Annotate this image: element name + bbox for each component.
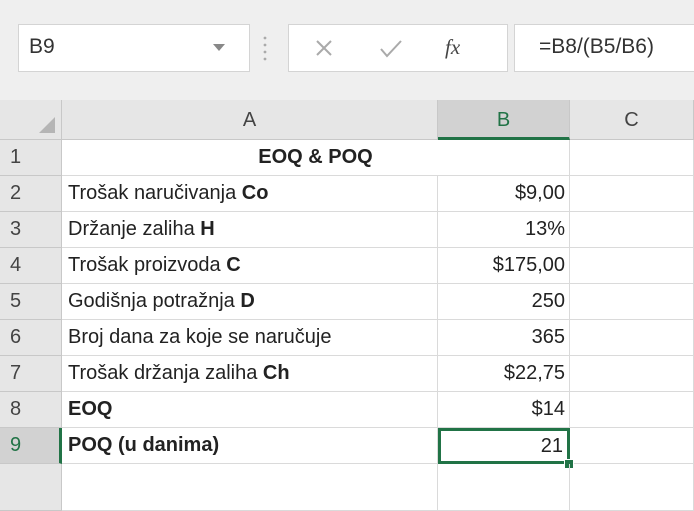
row-header-1[interactable]: 1	[0, 140, 62, 176]
cell-a8[interactable]: EOQ	[62, 392, 438, 428]
dropdown-arrow-icon[interactable]	[209, 36, 229, 58]
label-text: Godišnja potražnja	[68, 290, 241, 312]
label-symbol: POQ (u danima)	[68, 434, 220, 456]
label-text: Trošak držanja zaliha	[68, 362, 263, 384]
name-box[interactable]: B9	[18, 24, 250, 72]
cell-a9[interactable]: POQ (u danima)	[62, 428, 438, 464]
insert-function-icon[interactable]: fx	[445, 35, 460, 60]
active-cell-b9[interactable]: 21	[438, 428, 570, 464]
label-text: Broj dana za koje se naručuje	[68, 326, 332, 348]
label-symbol: D	[240, 290, 255, 312]
cell-c6[interactable]	[570, 320, 694, 356]
cell-a10[interactable]	[62, 464, 438, 511]
row-header-8[interactable]: 8	[0, 392, 62, 428]
column-header-c[interactable]: C	[570, 100, 694, 140]
cell-a6[interactable]: Broj dana za koje se naručuje	[62, 320, 438, 356]
vertical-dots-separator	[263, 36, 267, 61]
cell-a3[interactable]: Držanje zaliha H	[62, 212, 438, 248]
cell-c3[interactable]	[570, 212, 694, 248]
label-symbol: Co	[241, 182, 269, 204]
cell-a2[interactable]: Trošak naručivanja Co	[62, 176, 438, 212]
label-text: Držanje zaliha	[68, 218, 201, 240]
cell-c4[interactable]	[570, 248, 694, 284]
cell-c5[interactable]	[570, 284, 694, 320]
row-header-3[interactable]: 3	[0, 212, 62, 248]
cell-b3[interactable]: 13%	[438, 212, 570, 248]
cell-c10[interactable]	[570, 464, 694, 511]
cell-b5[interactable]: 250	[438, 284, 570, 320]
enter-check-icon[interactable]	[371, 33, 411, 65]
formula-input[interactable]: =B8/(B5/B6)	[514, 24, 694, 72]
cell-c8[interactable]	[570, 392, 694, 428]
label-text: Trošak proizvoda	[68, 254, 227, 276]
select-all-triangle-icon	[39, 117, 55, 133]
cell-b4[interactable]: $175,00	[438, 248, 570, 284]
label-symbol: Ch	[262, 362, 290, 384]
cell-b8[interactable]: $14	[438, 392, 570, 428]
formula-bar-area: B9 fx =B8/(B5/B6)	[0, 0, 694, 100]
row-header-10[interactable]	[0, 464, 62, 511]
formula-text: =B8/(B5/B6)	[539, 35, 654, 58]
column-header-b[interactable]: B	[438, 100, 570, 140]
formula-buttons: fx	[288, 24, 508, 72]
title-cell[interactable]: EOQ & POQ	[62, 140, 570, 176]
row-header-5[interactable]: 5	[0, 284, 62, 320]
cell-a7[interactable]: Trošak držanja zaliha Ch	[62, 356, 438, 392]
cell-c1[interactable]	[570, 140, 694, 176]
cell-b7[interactable]: $22,75	[438, 356, 570, 392]
row-header-2[interactable]: 2	[0, 176, 62, 212]
select-all-button[interactable]	[0, 100, 62, 140]
row-header-7[interactable]: 7	[0, 356, 62, 392]
column-header-a[interactable]: A	[62, 100, 438, 140]
label-symbol: EOQ	[68, 398, 113, 420]
name-box-value: B9	[29, 35, 55, 58]
row-header-4[interactable]: 4	[0, 248, 62, 284]
cell-b2[interactable]: $9,00	[438, 176, 570, 212]
label-symbol: H	[200, 218, 215, 240]
row-header-6[interactable]: 6	[0, 320, 62, 356]
cell-a5[interactable]: Godišnja potražnja D	[62, 284, 438, 320]
cell-b6[interactable]: 365	[438, 320, 570, 356]
row-header-9[interactable]: 9	[0, 428, 62, 464]
cell-b10[interactable]	[438, 464, 570, 511]
label-text: Trošak naručivanja	[68, 182, 242, 204]
cell-c9[interactable]	[570, 428, 694, 464]
cell-c2[interactable]	[570, 176, 694, 212]
cell-a4[interactable]: Trošak proizvoda C	[62, 248, 438, 284]
label-symbol: C	[226, 254, 241, 276]
cell-c7[interactable]	[570, 356, 694, 392]
cancel-x-icon[interactable]	[305, 33, 345, 65]
